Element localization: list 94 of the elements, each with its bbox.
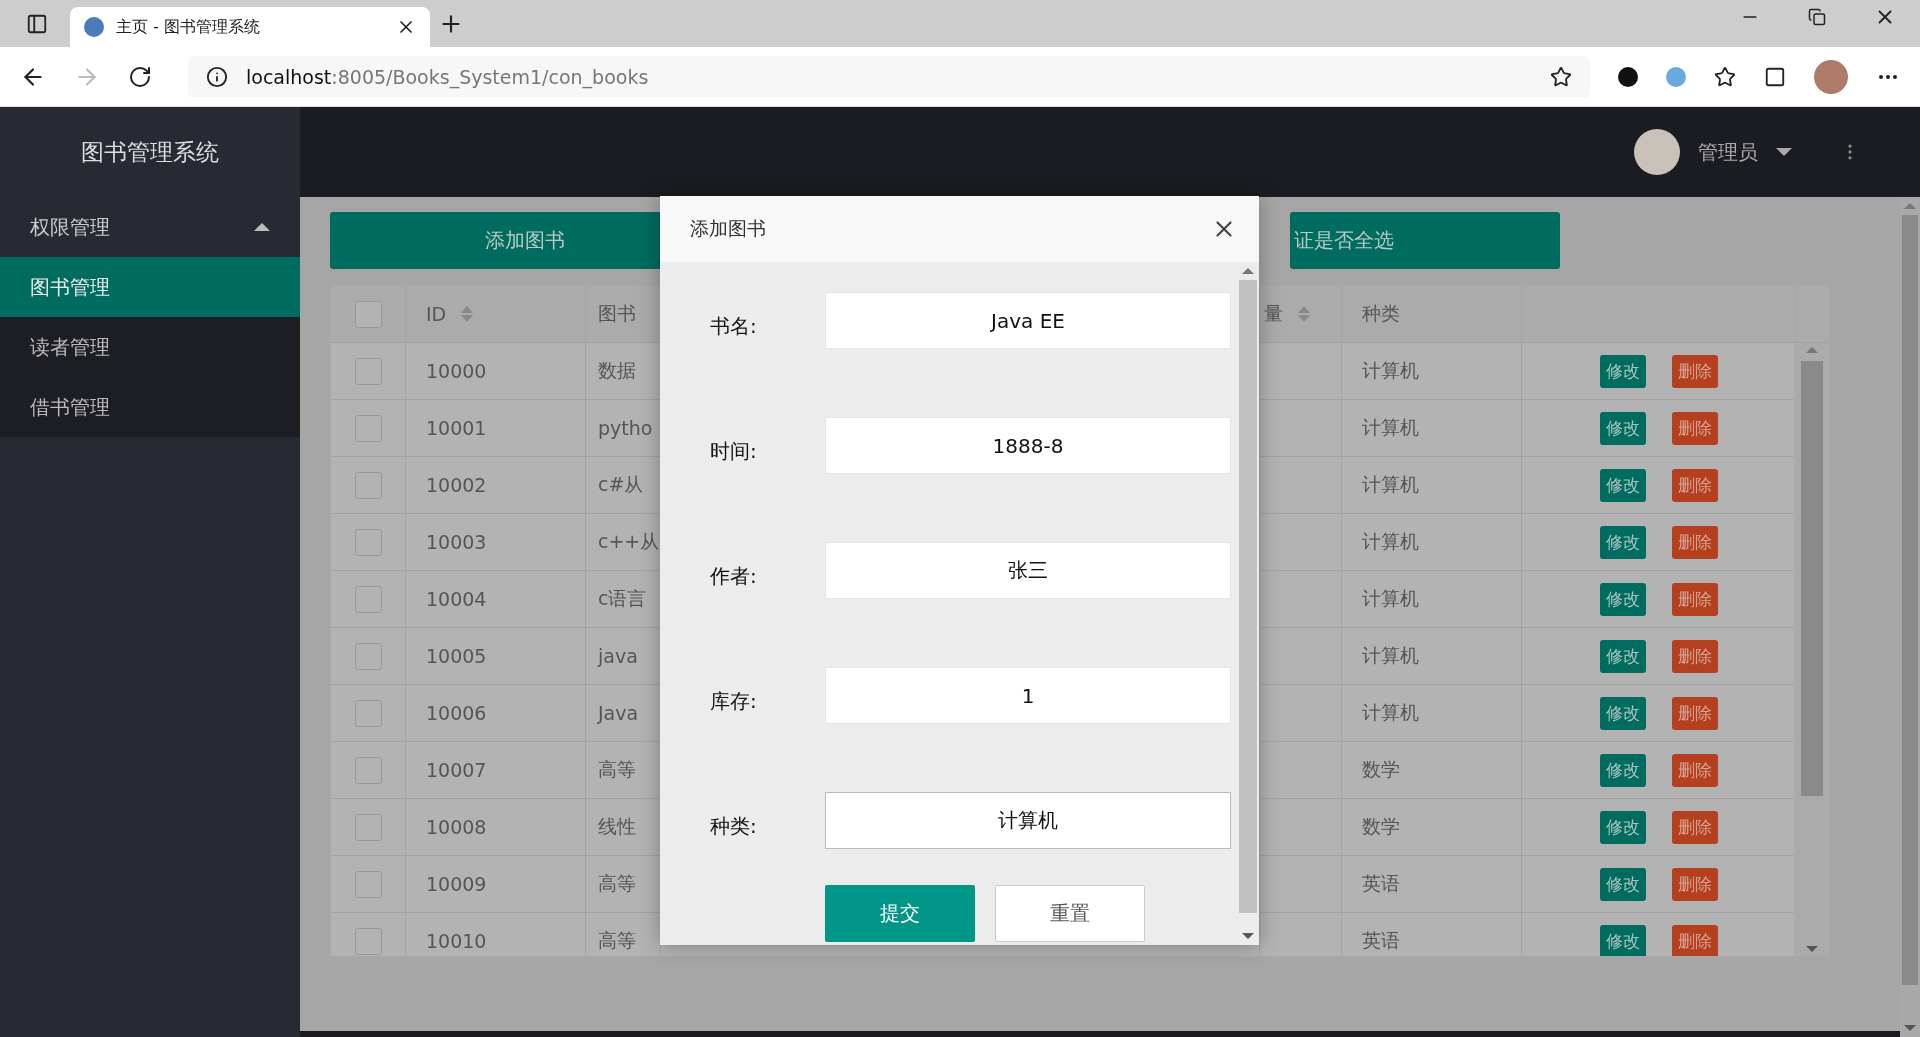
user-name[interactable]: 管理员 (1698, 138, 1758, 166)
delete-button[interactable]: 删除 (1671, 810, 1718, 844)
scrollbar[interactable] (1237, 262, 1259, 945)
sidebar-title: 图书管理系统 (80, 137, 220, 167)
profile-avatar[interactable] (1814, 59, 1848, 94)
reset-button[interactable]: 重置 (995, 885, 1145, 942)
reload-icon[interactable] (128, 64, 152, 89)
table-cell: 计算机 (1342, 457, 1522, 513)
edit-button[interactable]: 修改 (1599, 354, 1646, 388)
table-cell: 10006 (406, 685, 586, 741)
delete-button[interactable]: 删除 (1671, 354, 1718, 388)
checkbox[interactable] (354, 927, 382, 955)
delete-button[interactable]: 删除 (1671, 867, 1718, 901)
delete-button[interactable]: 删除 (1671, 468, 1718, 502)
table-cell: 数学 (1342, 799, 1522, 855)
edit-button[interactable]: 修改 (1599, 867, 1646, 901)
input-field[interactable]: 计算机 (825, 792, 1231, 849)
table-cell: 计算机 (1342, 685, 1522, 741)
table-cell: 数学 (1342, 742, 1522, 798)
column-header: 图书 (598, 301, 636, 326)
column-header: ID (426, 303, 447, 325)
checkbox[interactable] (354, 756, 382, 784)
delete-button[interactable]: 删除 (1671, 924, 1718, 956)
edit-button[interactable]: 修改 (1599, 582, 1646, 616)
input-field[interactable]: 张三 (825, 542, 1231, 599)
edit-button[interactable]: 修改 (1599, 639, 1646, 673)
delete-button[interactable]: 删除 (1671, 753, 1718, 787)
checkbox[interactable] (354, 585, 382, 613)
table-cell: 10010 (406, 913, 586, 956)
sidebar-item[interactable]: 图书管理 (0, 257, 300, 317)
table-cell: 计算机 (1342, 628, 1522, 684)
checkbox[interactable] (354, 471, 382, 499)
input-field[interactable]: 1888-8 (825, 417, 1231, 474)
input-field[interactable]: 1 (825, 667, 1231, 724)
table-cell: 10009 (406, 856, 586, 912)
edit-button[interactable]: 修改 (1599, 924, 1646, 956)
info-icon (206, 65, 228, 88)
edit-button[interactable]: 修改 (1599, 411, 1646, 445)
edit-button[interactable]: 修改 (1599, 525, 1646, 559)
delete-button[interactable]: 删除 (1671, 639, 1718, 673)
table-cell: 10004 (406, 571, 586, 627)
table-cell: 计算机 (1342, 571, 1522, 627)
table-cell: 英语 (1342, 856, 1522, 912)
table-cell: 计算机 (1342, 343, 1522, 399)
table-cell: 10008 (406, 799, 586, 855)
field-label: 时间: (710, 438, 758, 465)
caret-icon[interactable] (1776, 148, 1792, 156)
user-avatar[interactable] (1634, 129, 1680, 175)
input-field[interactable]: Java EE (825, 292, 1231, 349)
field-label: 书名: (710, 313, 758, 340)
sidebar-item[interactable]: 读者管理 (0, 317, 300, 377)
checkbox[interactable] (354, 357, 382, 385)
checkbox[interactable] (354, 414, 382, 442)
url-text: localhost:8005/Books_System1/con_books (246, 65, 650, 88)
delete-button[interactable]: 删除 (1671, 411, 1718, 445)
table-cell: 10007 (406, 742, 586, 798)
table-cell: 计算机 (1342, 514, 1522, 570)
checkbox[interactable] (354, 870, 382, 898)
delete-button[interactable]: 删除 (1671, 696, 1718, 730)
edit-button[interactable]: 修改 (1599, 468, 1646, 502)
edit-button[interactable]: 修改 (1599, 696, 1646, 730)
checkbox[interactable] (354, 699, 382, 727)
select-all-button[interactable]: 证是否全选 (1290, 212, 1560, 269)
edit-button[interactable]: 修改 (1599, 753, 1646, 787)
browser-tab[interactable]: 主页 - 图书管理系统 (70, 7, 430, 47)
column-header: 种类 (1362, 301, 1400, 326)
checkbox[interactable] (354, 528, 382, 556)
checkbox[interactable] (354, 642, 382, 670)
address-bar[interactable]: localhost:8005/Books_System1/con_books (188, 55, 1590, 98)
delete-button[interactable]: 删除 (1671, 525, 1718, 559)
edit-button[interactable]: 修改 (1599, 810, 1646, 844)
table-cell: 10003 (406, 514, 586, 570)
sidebar-item[interactable]: 借书管理 (0, 377, 300, 437)
field-label: 作者: (710, 563, 758, 590)
caret-icon[interactable] (254, 223, 270, 231)
table-cell: 10005 (406, 628, 586, 684)
table-cell: 10000 (406, 343, 586, 399)
field-label: 库存: (710, 688, 758, 715)
delete-button[interactable]: 删除 (1671, 582, 1718, 616)
checkbox[interactable] (354, 300, 382, 328)
star-icon[interactable] (1550, 65, 1572, 88)
table-cell: 10002 (406, 457, 586, 513)
table-cell: 计算机 (1342, 400, 1522, 456)
field-label: 种类: (710, 813, 758, 840)
submit-button[interactable]: 提交 (825, 885, 975, 942)
tab-title: 主页 - 图书管理系统 (116, 16, 261, 38)
favorites-icon[interactable] (1714, 65, 1736, 88)
sidebar-item-label: 权限管理 (30, 213, 110, 241)
column-header: 量 (1264, 301, 1283, 326)
scrollbar[interactable] (1794, 343, 1829, 956)
table-cell: 10001 (406, 400, 586, 456)
table-cell: 英语 (1342, 913, 1522, 956)
checkbox[interactable] (354, 813, 382, 841)
site-icon (84, 17, 104, 37)
